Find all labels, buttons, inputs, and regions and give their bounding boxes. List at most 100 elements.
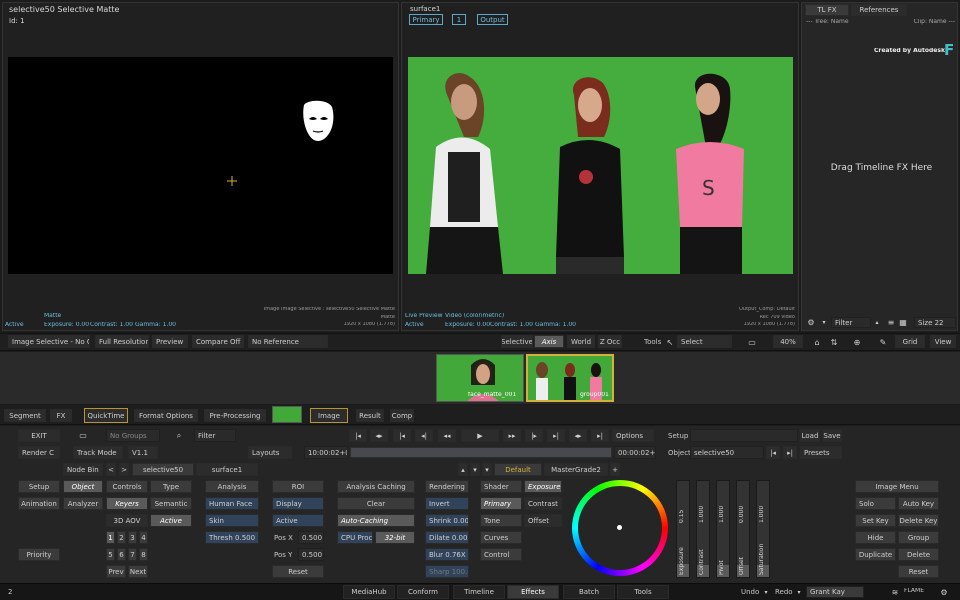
bottom-tab-timeline[interactable]: Timeline	[453, 585, 505, 599]
3d-aov-button[interactable]: 3D AOV	[106, 514, 148, 527]
channel-3-button[interactable]: 3	[128, 531, 137, 544]
setup-field[interactable]	[690, 429, 798, 442]
analysis-header[interactable]: Analysis	[205, 480, 259, 493]
display-button[interactable]: Display	[272, 497, 324, 510]
tab-image[interactable]: Image	[310, 408, 348, 423]
no-reference-dropdown[interactable]: No Reference	[248, 335, 328, 348]
next-keyframe-button[interactable]: ◂▸	[569, 429, 587, 442]
scroll-right-button[interactable]: ▾	[470, 463, 480, 476]
go-to-end-button[interactable]: ▸|	[591, 429, 609, 442]
input-number-tag[interactable]: 1	[452, 14, 466, 25]
layouts-dropdown[interactable]: Layouts	[248, 446, 292, 459]
prev-button[interactable]: Prev	[106, 565, 126, 578]
auto-caching-toggle[interactable]: Auto-Caching	[337, 514, 415, 527]
node-forward-button[interactable]: >	[119, 463, 129, 476]
cursor-icon[interactable]: ↖	[665, 336, 675, 348]
slider-contrast[interactable]: 1.000 Contrast	[696, 480, 710, 578]
tab-tl-fx[interactable]: TL FX	[805, 4, 849, 16]
delete-key-button[interactable]: Delete Key	[898, 514, 939, 527]
primary-tag[interactable]: Primary	[409, 14, 443, 25]
gear-icon[interactable]: ⚙	[806, 317, 816, 327]
output-tag[interactable]: Output	[477, 14, 508, 25]
analysis-caching-header[interactable]: Analysis Caching	[337, 480, 415, 493]
node-back-button[interactable]: <	[106, 463, 116, 476]
color-wheel[interactable]	[572, 480, 668, 576]
cpu-proc-button[interactable]: CPU Proc	[337, 531, 373, 544]
shader-dropdown[interactable]: Shader	[480, 480, 522, 493]
viewer-layout-icon[interactable]: ▭	[746, 336, 758, 348]
analyzer-button[interactable]: Analyzer	[63, 497, 103, 510]
channel-7-button[interactable]: 7	[128, 548, 137, 561]
compare-off-dropdown[interactable]: Compare Off	[192, 335, 244, 348]
add-tab-button[interactable]: +	[610, 463, 620, 476]
filter-search-field[interactable]: Filter	[194, 429, 236, 442]
sharp-field[interactable]: Sharp 100.0	[425, 565, 469, 578]
sort-icon[interactable]: ▴	[873, 317, 881, 327]
redo-chevron-icon[interactable]: ▾	[795, 586, 803, 598]
object-button[interactable]: Object	[63, 480, 103, 493]
group-button[interactable]: Group	[898, 531, 939, 544]
thresh-field[interactable]: Thresh 0.500	[205, 531, 259, 544]
tab-segment[interactable]: Segment	[4, 409, 46, 422]
undo-button[interactable]: Undo	[741, 588, 759, 596]
tab-result[interactable]: Result	[356, 409, 384, 422]
contrast-tab-button[interactable]: Contrast	[524, 497, 562, 510]
redo-button[interactable]: Redo	[775, 588, 793, 596]
filter-field[interactable]: Filter	[831, 317, 871, 328]
set-key-button[interactable]: Set Key	[855, 514, 896, 527]
zoom-dropdown[interactable]: 40%	[773, 335, 803, 348]
tone-dropdown[interactable]: Tone	[480, 514, 522, 527]
auto-key-button[interactable]: Auto Key	[898, 497, 939, 510]
bottom-tab-mediahub[interactable]: MediaHub	[343, 585, 395, 599]
roi-reset-button[interactable]: Reset	[272, 565, 324, 578]
blur-field[interactable]: Blur 0.76X	[425, 548, 469, 561]
tab-comp[interactable]: Comp	[390, 409, 414, 422]
keyers-dropdown[interactable]: Keyers	[106, 497, 148, 510]
user-dropdown[interactable]: Grant Kay	[806, 586, 864, 598]
load-button[interactable]: Load	[800, 429, 820, 442]
primary-dropdown[interactable]: Primary	[480, 497, 522, 510]
eyedropper-icon[interactable]: ✎	[877, 336, 889, 348]
tab-quicktime[interactable]: QuickTime	[84, 408, 128, 423]
node-bin-button[interactable]: Node Bin	[63, 463, 103, 476]
dilate-field[interactable]: Dilate 0.00X	[425, 531, 469, 544]
mastergrade-tab[interactable]: MasterGrade2	[544, 463, 608, 476]
prev-frame-button[interactable]: ◂|	[415, 429, 433, 442]
slider-exposure[interactable]: 0.15 Exposure	[676, 480, 690, 578]
selective-button[interactable]: Selective	[501, 335, 533, 348]
type-button[interactable]: Type	[150, 480, 192, 493]
render-dropdown[interactable]: Render C	[18, 446, 60, 459]
offset-tab-button[interactable]: Offset	[524, 514, 562, 527]
presets-dropdown[interactable]: Presets	[800, 446, 842, 459]
rendering-header[interactable]: Rendering	[425, 480, 469, 493]
color-wheel-handle[interactable]	[617, 525, 622, 530]
settings-small-icon[interactable]: ⚙	[938, 586, 950, 598]
search-icon[interactable]: ⌕	[172, 429, 186, 442]
bottom-tab-effects[interactable]: Effects	[507, 585, 559, 599]
curves-dropdown[interactable]: Curves	[480, 531, 522, 544]
size-field[interactable]: Size 22	[914, 317, 956, 328]
image-node-thumbnail[interactable]	[272, 406, 302, 423]
timecode-start-field[interactable]: 10:00:02+00	[304, 446, 348, 459]
slider-offset[interactable]: 0.000 Offset	[736, 480, 750, 578]
track-mode-button[interactable]: Track Mode	[73, 446, 123, 459]
timeline-scrubber[interactable]	[350, 447, 612, 458]
node-tab-surface[interactable]: surface1	[196, 463, 258, 476]
semantic-button[interactable]: Semantic	[150, 497, 192, 510]
next-frame-button[interactable]: |▸	[525, 429, 543, 442]
controls-button[interactable]: Controls	[106, 480, 148, 493]
default-tab[interactable]: Default	[494, 463, 542, 476]
channel-8-button[interactable]: 8	[139, 548, 148, 561]
play-button[interactable]: ▶	[461, 429, 499, 442]
priority-button[interactable]: Priority	[18, 548, 60, 561]
grid-dropdown[interactable]: Grid	[895, 335, 925, 348]
no-groups-field[interactable]: No Groups	[106, 429, 160, 442]
play-reverse-button[interactable]: ◂◂	[438, 429, 456, 442]
invert-button[interactable]: Invert	[425, 497, 469, 510]
animation-button[interactable]: Animation	[18, 497, 60, 510]
channel-6-button[interactable]: 6	[117, 548, 126, 561]
object-field[interactable]: selective50	[690, 446, 764, 459]
prev-keyframe-button[interactable]: ◂▸	[370, 429, 388, 442]
solo-button[interactable]: Solo	[855, 497, 896, 510]
object-prev-button[interactable]: |◂	[766, 446, 780, 459]
